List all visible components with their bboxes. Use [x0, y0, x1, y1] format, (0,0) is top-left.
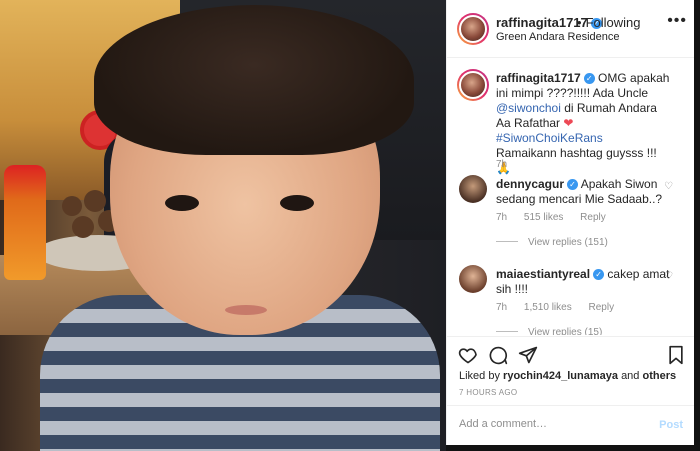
- comment-icon[interactable]: [487, 345, 509, 367]
- more-options-icon[interactable]: •••: [667, 12, 687, 30]
- comment-reply-button[interactable]: Reply: [589, 302, 615, 313]
- photo-child: [40, 5, 440, 451]
- post-side-panel: raffinagita1717 ✓ • Following Green Andara…: [446, 0, 695, 451]
- backdrop-bottom: [446, 445, 694, 451]
- hashtag-link[interactable]: #SiwonChoiKeRans: [496, 131, 603, 145]
- caption-avatar[interactable]: [457, 69, 489, 101]
- comment-input[interactable]: [459, 418, 649, 430]
- post-photo[interactable]: [0, 0, 446, 451]
- share-icon[interactable]: [517, 345, 539, 367]
- backdrop-edge: [694, 0, 700, 451]
- view-replies-button[interactable]: View replies (15): [496, 327, 602, 335]
- comment-reply-button[interactable]: Reply: [580, 212, 606, 223]
- comment-username[interactable]: maiaestiantyreal: [496, 267, 590, 281]
- verified-badge-icon: ✓: [583, 73, 595, 84]
- following-button[interactable]: Following: [586, 15, 641, 30]
- caption-text-3: Ramaikann hashtag guysss !!!: [496, 146, 657, 160]
- comments-list[interactable]: raffinagita1717 ✓ OMG apakah ini mimpi ??…: [447, 59, 695, 335]
- caption-username[interactable]: raffinagita1717: [496, 71, 581, 85]
- view-replies-button[interactable]: View replies (151): [496, 237, 608, 248]
- liked-by: Liked by ryochin424_lunamaya and others: [459, 370, 677, 382]
- comment-username[interactable]: dennycagur: [496, 177, 564, 191]
- comment-avatar[interactable]: [459, 175, 487, 203]
- verified-badge-icon: ✓: [593, 269, 605, 280]
- post-actions: Liked by ryochin424_lunamaya and others …: [447, 336, 695, 404]
- verified-badge-icon: ✓: [567, 179, 579, 190]
- comment-likes[interactable]: 1,510 likes: [524, 302, 572, 313]
- post-timestamp: 7 HOURS AGO: [459, 388, 518, 397]
- liked-by-user[interactable]: ryochin424_lunamaya: [503, 370, 618, 382]
- heart-icon[interactable]: [457, 345, 479, 367]
- liked-by-others[interactable]: others: [642, 370, 676, 382]
- author-avatar[interactable]: [457, 13, 489, 45]
- comment-time: 7h: [496, 302, 508, 313]
- post-header: raffinagita1717 ✓ • Following Green Andara…: [447, 0, 695, 58]
- comment-likes[interactable]: 515 likes: [524, 212, 563, 223]
- caption-time: 7h: [496, 159, 508, 170]
- comment-time: 7h: [496, 212, 508, 223]
- bookmark-icon[interactable]: [665, 345, 687, 367]
- follow-status[interactable]: • Following: [577, 15, 640, 30]
- mention-link[interactable]: @siwonchoi: [496, 101, 561, 115]
- post-location[interactable]: Green Andara Residence: [496, 31, 620, 43]
- heart-emoji: ❤: [563, 116, 574, 130]
- comment-like-icon[interactable]: ♡: [664, 271, 673, 282]
- add-comment-bar: Post: [447, 405, 695, 445]
- comment-like-icon[interactable]: ♡: [664, 181, 673, 192]
- comment-avatar[interactable]: [459, 265, 487, 293]
- post-comment-button[interactable]: Post: [659, 419, 683, 431]
